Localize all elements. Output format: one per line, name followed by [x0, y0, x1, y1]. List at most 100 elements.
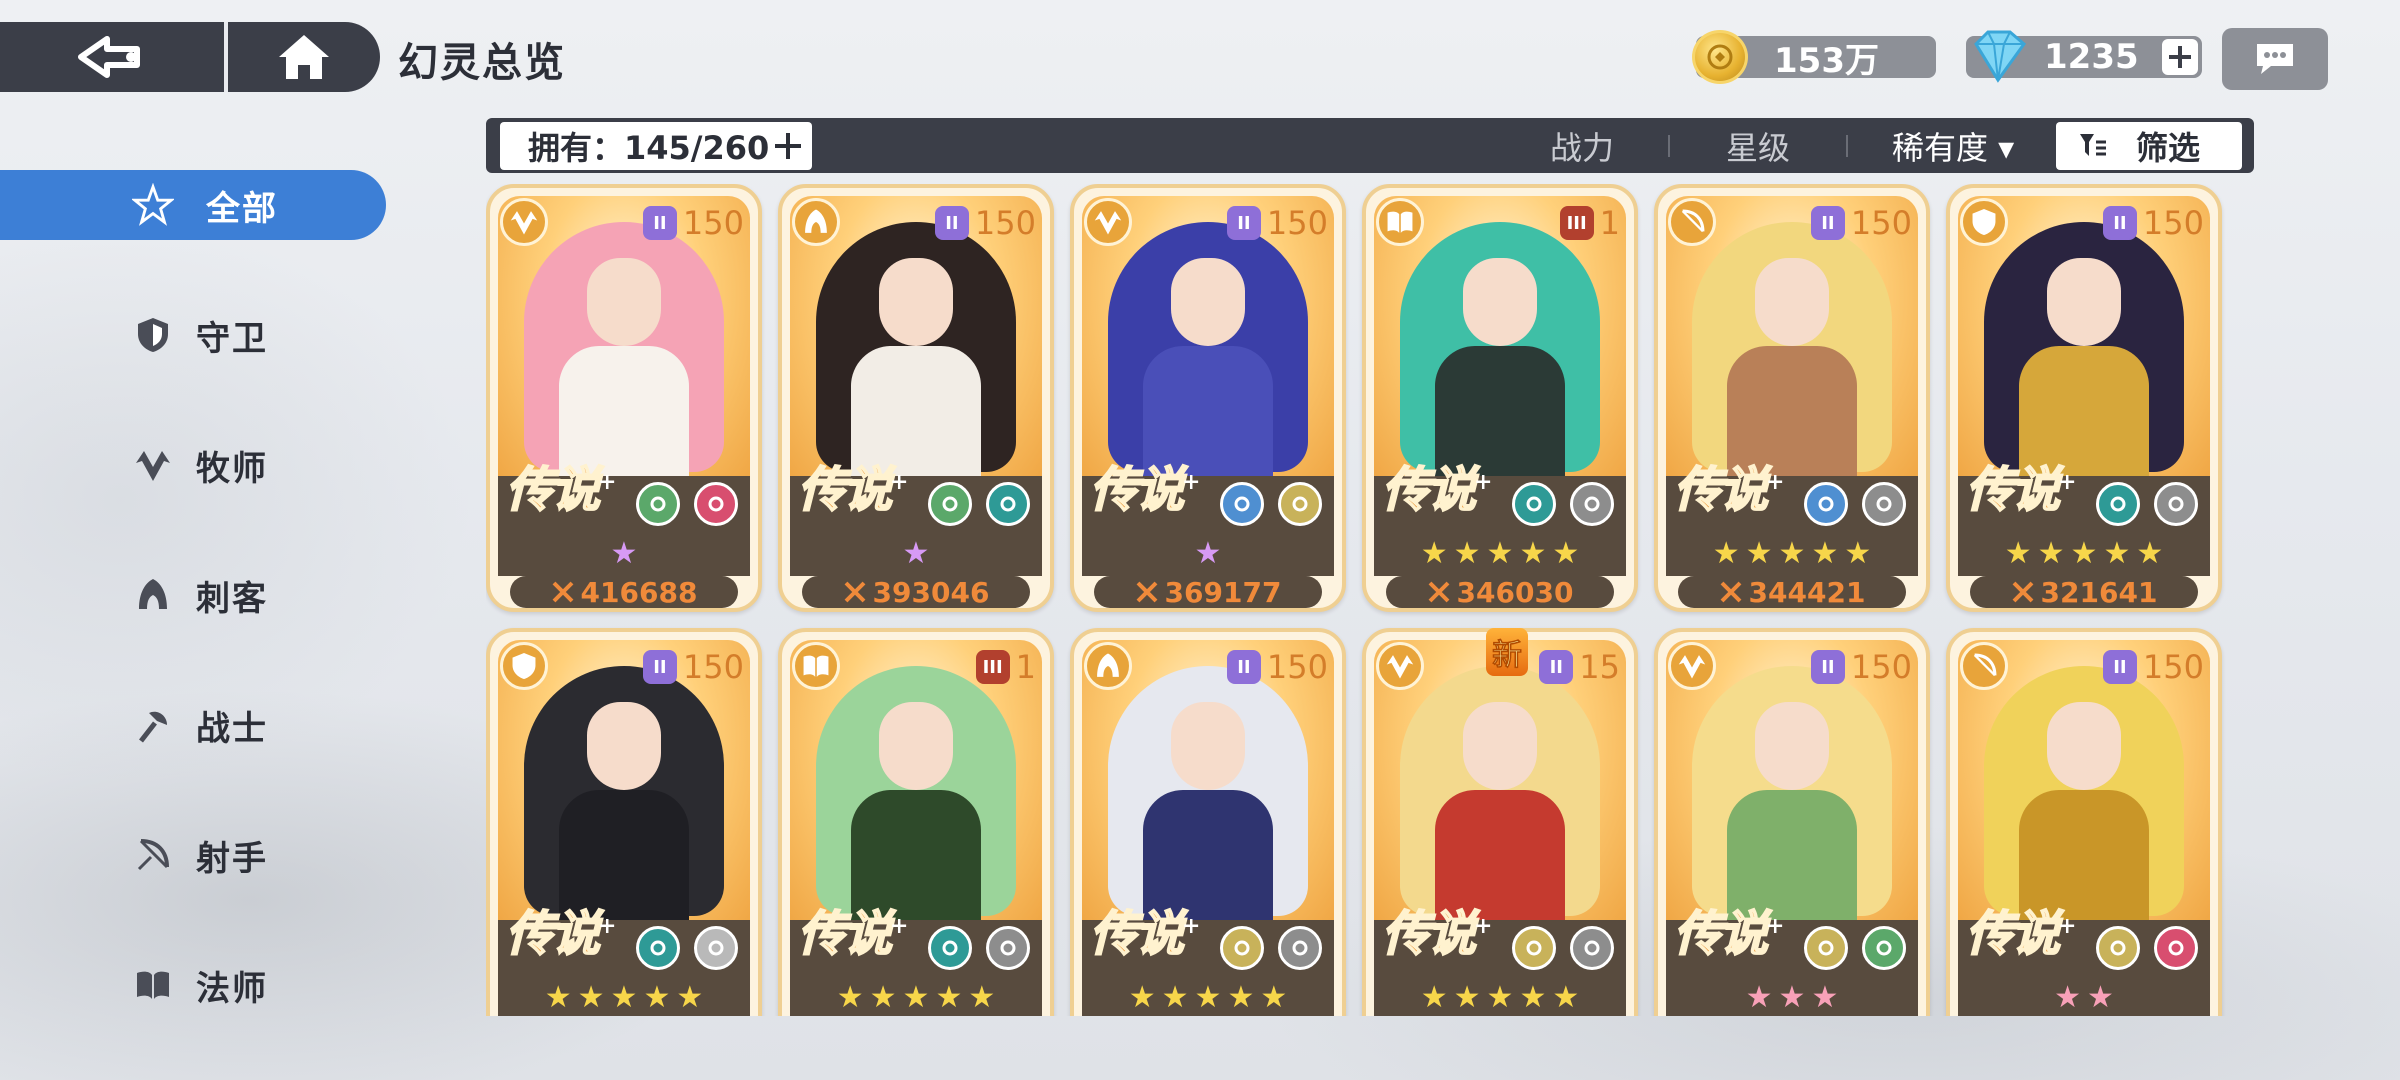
- shield-icon: [500, 642, 548, 690]
- rarity-label: 传说+: [1381, 905, 1493, 963]
- sidebar-item-mage[interactable]: 法师: [0, 950, 390, 1020]
- star-icon: ★: [1453, 536, 1481, 571]
- star-icon: ★: [1811, 980, 1839, 1015]
- sidebar-item-assassin[interactable]: 刺客: [0, 560, 390, 630]
- page-title: 幻灵总览: [398, 40, 566, 86]
- class-sidebar: 全部 守卫 牧师 刺客 战士 射手 法师: [0, 170, 390, 1080]
- combat-power: 344421: [1678, 576, 1906, 608]
- level-indicator: II 150: [934, 204, 1036, 242]
- hero-card[interactable]: II 150 传说+ ★ 369177: [1070, 184, 1346, 612]
- sidebar-item-all[interactable]: 全部: [0, 170, 386, 240]
- combat-power-value: 393046: [872, 575, 990, 609]
- expand-plus-icon[interactable]: [770, 128, 806, 164]
- hero-card[interactable]: III 1 传说+ ★ ★ ★ ★ ★: [778, 628, 1054, 1016]
- chat-bubble-icon: [2257, 44, 2293, 74]
- hero-card[interactable]: II 150 传说+ ★ ★ ★: [1654, 628, 1930, 1016]
- star-icon: ★: [935, 980, 963, 1015]
- spiral-element-icon: [986, 926, 1030, 970]
- owned-count-box[interactable]: 拥有：145/260: [500, 122, 812, 170]
- separator: [1668, 135, 1670, 157]
- combat-power-value: 344421: [1748, 575, 1866, 609]
- hero-card[interactable]: II 15 传说+ ★ ★ ★ ★ ★: [1362, 628, 1638, 1016]
- hero-card[interactable]: II 150 传说+ ★ ★ ★ ★ ★: [486, 628, 762, 1016]
- back-button[interactable]: [0, 22, 224, 92]
- spiral-element-icon: [694, 482, 738, 526]
- chat-button[interactable]: [2222, 28, 2328, 90]
- infinity-element-icon: [928, 926, 972, 970]
- infinity-element-icon: [986, 482, 1030, 526]
- star-rating: ★ ★ ★ ★ ★: [1082, 976, 1334, 1016]
- crossed-swords-icon: [1428, 581, 1449, 603]
- hero-card[interactable]: III 1 传说+ ★ ★ ★ ★ ★ 346030: [1362, 184, 1638, 612]
- gem-amount: 1235: [2044, 37, 2139, 77]
- sort-rarity-tab[interactable]: 稀有度 ▾: [1892, 118, 2014, 173]
- hero-card[interactable]: II 150 传说+ ★ 393046: [778, 184, 1054, 612]
- star-icon: ★: [1420, 980, 1448, 1015]
- star-element-icon: [1220, 482, 1264, 526]
- level-indicator: II 150: [1226, 648, 1328, 686]
- assassin-hood-icon: [792, 198, 840, 246]
- level-indicator: II 150: [642, 648, 744, 686]
- crossed-swords-icon: [844, 581, 865, 603]
- level-indicator: II 150: [2102, 204, 2204, 242]
- level-indicator: II 150: [1226, 204, 1328, 242]
- star-icon: ★: [1552, 536, 1580, 571]
- wing-leaf-icon: [500, 198, 548, 246]
- shield-icon: [1960, 198, 2008, 246]
- sidebar-item-warrior[interactable]: 战士: [0, 690, 390, 760]
- new-badge: 新: [1486, 628, 1528, 676]
- level-indicator: III 1: [1559, 204, 1620, 242]
- filter-label: 筛选: [2136, 129, 2201, 167]
- filter-button[interactable]: 筛选: [2056, 122, 2242, 170]
- tier-badge: II: [1810, 206, 1845, 240]
- star-rating: ★ ★ ★ ★ ★: [790, 976, 1042, 1016]
- star-rating: ★ ★ ★ ★ ★: [1958, 532, 2210, 576]
- hero-card[interactable]: II 150 传说+ ★ ★ ★ ★ ★: [1070, 628, 1346, 1016]
- wing-element-icon: [1220, 926, 1264, 970]
- star-icon: ★: [2037, 536, 2065, 571]
- sidebar-item-archer[interactable]: 射手: [0, 820, 390, 890]
- sort-star-tab[interactable]: 星级: [1726, 118, 1790, 173]
- rarity-plus: +: [890, 469, 908, 495]
- star-icon: ★: [1778, 536, 1806, 571]
- wing-leaf-icon: [1376, 642, 1424, 690]
- hero-level: 150: [1266, 648, 1328, 686]
- hero-card[interactable]: II 150 传说+ ★ ★ ★ ★ ★ 344421: [1654, 184, 1930, 612]
- level-indicator: II 150: [1810, 204, 1912, 242]
- rarity-label: 传说+: [1381, 461, 1493, 519]
- star-icon: ★: [836, 980, 864, 1015]
- star-icon: ★: [1811, 536, 1839, 571]
- top-nav: [0, 22, 380, 92]
- tier-badge: II: [1810, 650, 1845, 684]
- sort-power-tab[interactable]: 战力: [1550, 118, 1614, 173]
- level-indicator: II 150: [642, 204, 744, 242]
- hero-card[interactable]: II 150 传说+ ★ ★ ★ ★ ★ 321641: [1946, 184, 2222, 612]
- sidebar-item-guard[interactable]: 守卫: [0, 300, 390, 370]
- star-icon: ★: [1552, 980, 1580, 1015]
- star-icon: ★: [1519, 536, 1547, 571]
- combat-power-value: 369177: [1164, 575, 1282, 609]
- sidebar-item-priest[interactable]: 牧师: [0, 430, 390, 500]
- hero-level: 150: [1266, 204, 1328, 242]
- home-button[interactable]: [228, 22, 380, 92]
- hero-level: 1: [1015, 648, 1036, 686]
- star-icon: ★: [2103, 536, 2131, 571]
- spiral-element-icon: [2154, 926, 2198, 970]
- hero-card[interactable]: II 150 传说+ ★ ★: [1946, 628, 2222, 1016]
- star-icon: ★: [676, 980, 704, 1015]
- hero-level: 15: [1579, 648, 1620, 686]
- infinity-element-icon: [1512, 482, 1556, 526]
- star-icon: ★: [2070, 536, 2098, 571]
- hero-level: 150: [1850, 204, 1912, 242]
- hero-card[interactable]: II 150 传说+ ★ 416688: [486, 184, 762, 612]
- star-icon: ★: [1486, 536, 1514, 571]
- level-indicator: II 150: [2102, 648, 2204, 686]
- leaf-element-icon: [1862, 926, 1906, 970]
- hero-level: 1: [1599, 204, 1620, 242]
- wing-element-icon: [1512, 926, 1556, 970]
- add-gems-button[interactable]: [2162, 39, 2198, 75]
- star-icon: ★: [902, 980, 930, 1015]
- star-rating: ★: [790, 532, 1042, 576]
- sidebar-item-label: 牧师: [196, 448, 268, 489]
- star-rating: ★: [498, 532, 750, 576]
